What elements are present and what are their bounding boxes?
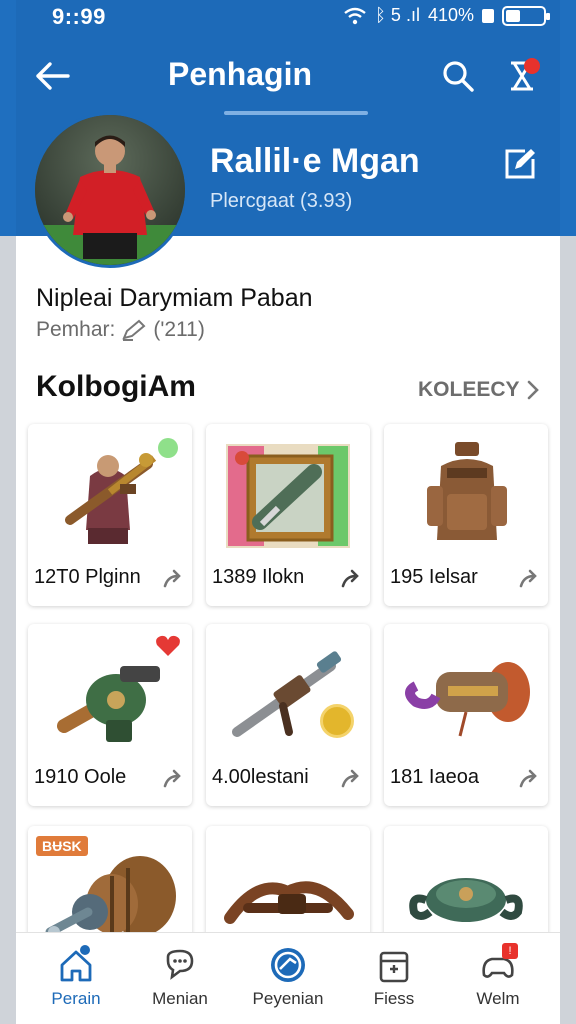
share-arrow-icon [163,569,181,588]
wifi-icon [344,7,366,24]
item-label: 12T0 Plginn [34,566,141,588]
user-meta: Pemhar: ('211) [36,318,205,342]
player-photo-icon [35,115,185,265]
collection-card[interactable]: 4.00lestani [206,624,370,806]
collection-card[interactable]: 1389 Ilokn [206,424,370,606]
chat-icon [160,945,200,985]
share-arrow-icon [341,569,359,588]
coin-badge-icon [320,704,354,738]
collection-card[interactable]: 195 Ielsar [384,424,548,606]
nav-label: Fiess [373,989,415,1008]
nav-badge-dot [80,945,90,955]
search-icon [443,61,474,92]
status-dot-green [158,438,178,458]
status-bar: 9::99 ᛒ 5 .ıl 410% [0,0,576,34]
network-status: ᛒ 5 .ıl [375,5,420,25]
nav-files[interactable]: Fiess [344,943,444,1019]
nav-label: Menian [152,989,208,1008]
item-label: 195 Ielsar [390,566,478,588]
globe-icon [268,945,308,985]
battery-percent: 410% [427,5,474,25]
collection-card[interactable] [206,826,370,946]
profile-name: Rallil·e Mgan [210,142,420,180]
sim-icon [482,8,494,23]
collection-link-label: KOLEECY [418,378,520,401]
top-app-bar: Penhagin [0,46,576,106]
notifications-button[interactable] [500,54,544,98]
bottom-navigation: Perain Menian Peyenian Fiess ! Welm [16,932,560,1024]
item-label: 1389 Ilokn [212,566,305,588]
share-arrow-icon [341,769,359,788]
collection-link[interactable]: KOLEECY [418,378,540,402]
nav-explore[interactable]: Peyenian [238,943,338,1019]
nav-game[interactable]: ! Welm [448,943,548,1019]
edit-icon [505,149,535,179]
purple-cannon-icon [384,632,548,756]
page-title: Penhagin [168,56,313,92]
app-screen: 9::99 ᛒ 5 .ıl 410% Penhagin Rallil·e Mga… [0,0,576,1024]
nav-home[interactable]: Perain [26,943,126,1019]
nav-label: Welm [476,989,520,1008]
user-full-name: Nipleai Darymiam Paban [36,284,313,312]
home-icon [56,945,96,985]
collection-card[interactable]: 181 Iaeoa [384,624,548,806]
back-button[interactable] [30,54,74,98]
nav-label: Perain [51,989,101,1008]
chevron-right-icon [527,380,539,400]
item-label: 181 Iaeoa [390,766,479,788]
battery-icon [502,5,550,26]
item-tag: BɄSK [36,836,88,856]
edit-profile-button[interactable] [500,144,540,184]
item-label: 4.00lestani [212,766,309,788]
gamepad-icon: ! [478,943,518,985]
user-meta-value: ('211) [153,318,205,341]
user-meta-label: Pemhar: [36,318,116,341]
backpack-icon [384,432,548,556]
status-icons: ᛒ 5 .ıl 410% [343,5,550,26]
profile-subtitle: Plercgaat (3.93) [210,190,353,212]
trading-card-icon [206,432,370,556]
share-arrow-icon [163,769,181,788]
status-time: 9::99 [52,4,106,29]
notification-dot [524,58,540,74]
share-arrow-icon [519,769,537,788]
pencil-icon [122,319,146,341]
nav-label: Peyenian [252,989,324,1008]
box-icon [374,945,414,985]
title-underline [224,111,368,115]
nav-messages[interactable]: Menian [130,943,230,1019]
collection-card[interactable]: BɄSK [28,826,192,946]
collection-card[interactable]: 1910 Oole [28,624,192,806]
avatar[interactable] [32,112,188,268]
collection-card[interactable] [384,826,548,946]
heart-icon [156,635,180,656]
section-title: KolbogiAm [36,370,196,403]
share-arrow-icon [519,569,537,588]
collection-card[interactable]: 12T0 Plginn [28,424,192,606]
nav-badge-red: ! [502,943,518,959]
item-label: 1910 Oole [34,766,127,788]
rifle-icon [206,632,370,756]
search-button[interactable] [436,54,480,98]
arrow-left-icon [36,62,70,90]
